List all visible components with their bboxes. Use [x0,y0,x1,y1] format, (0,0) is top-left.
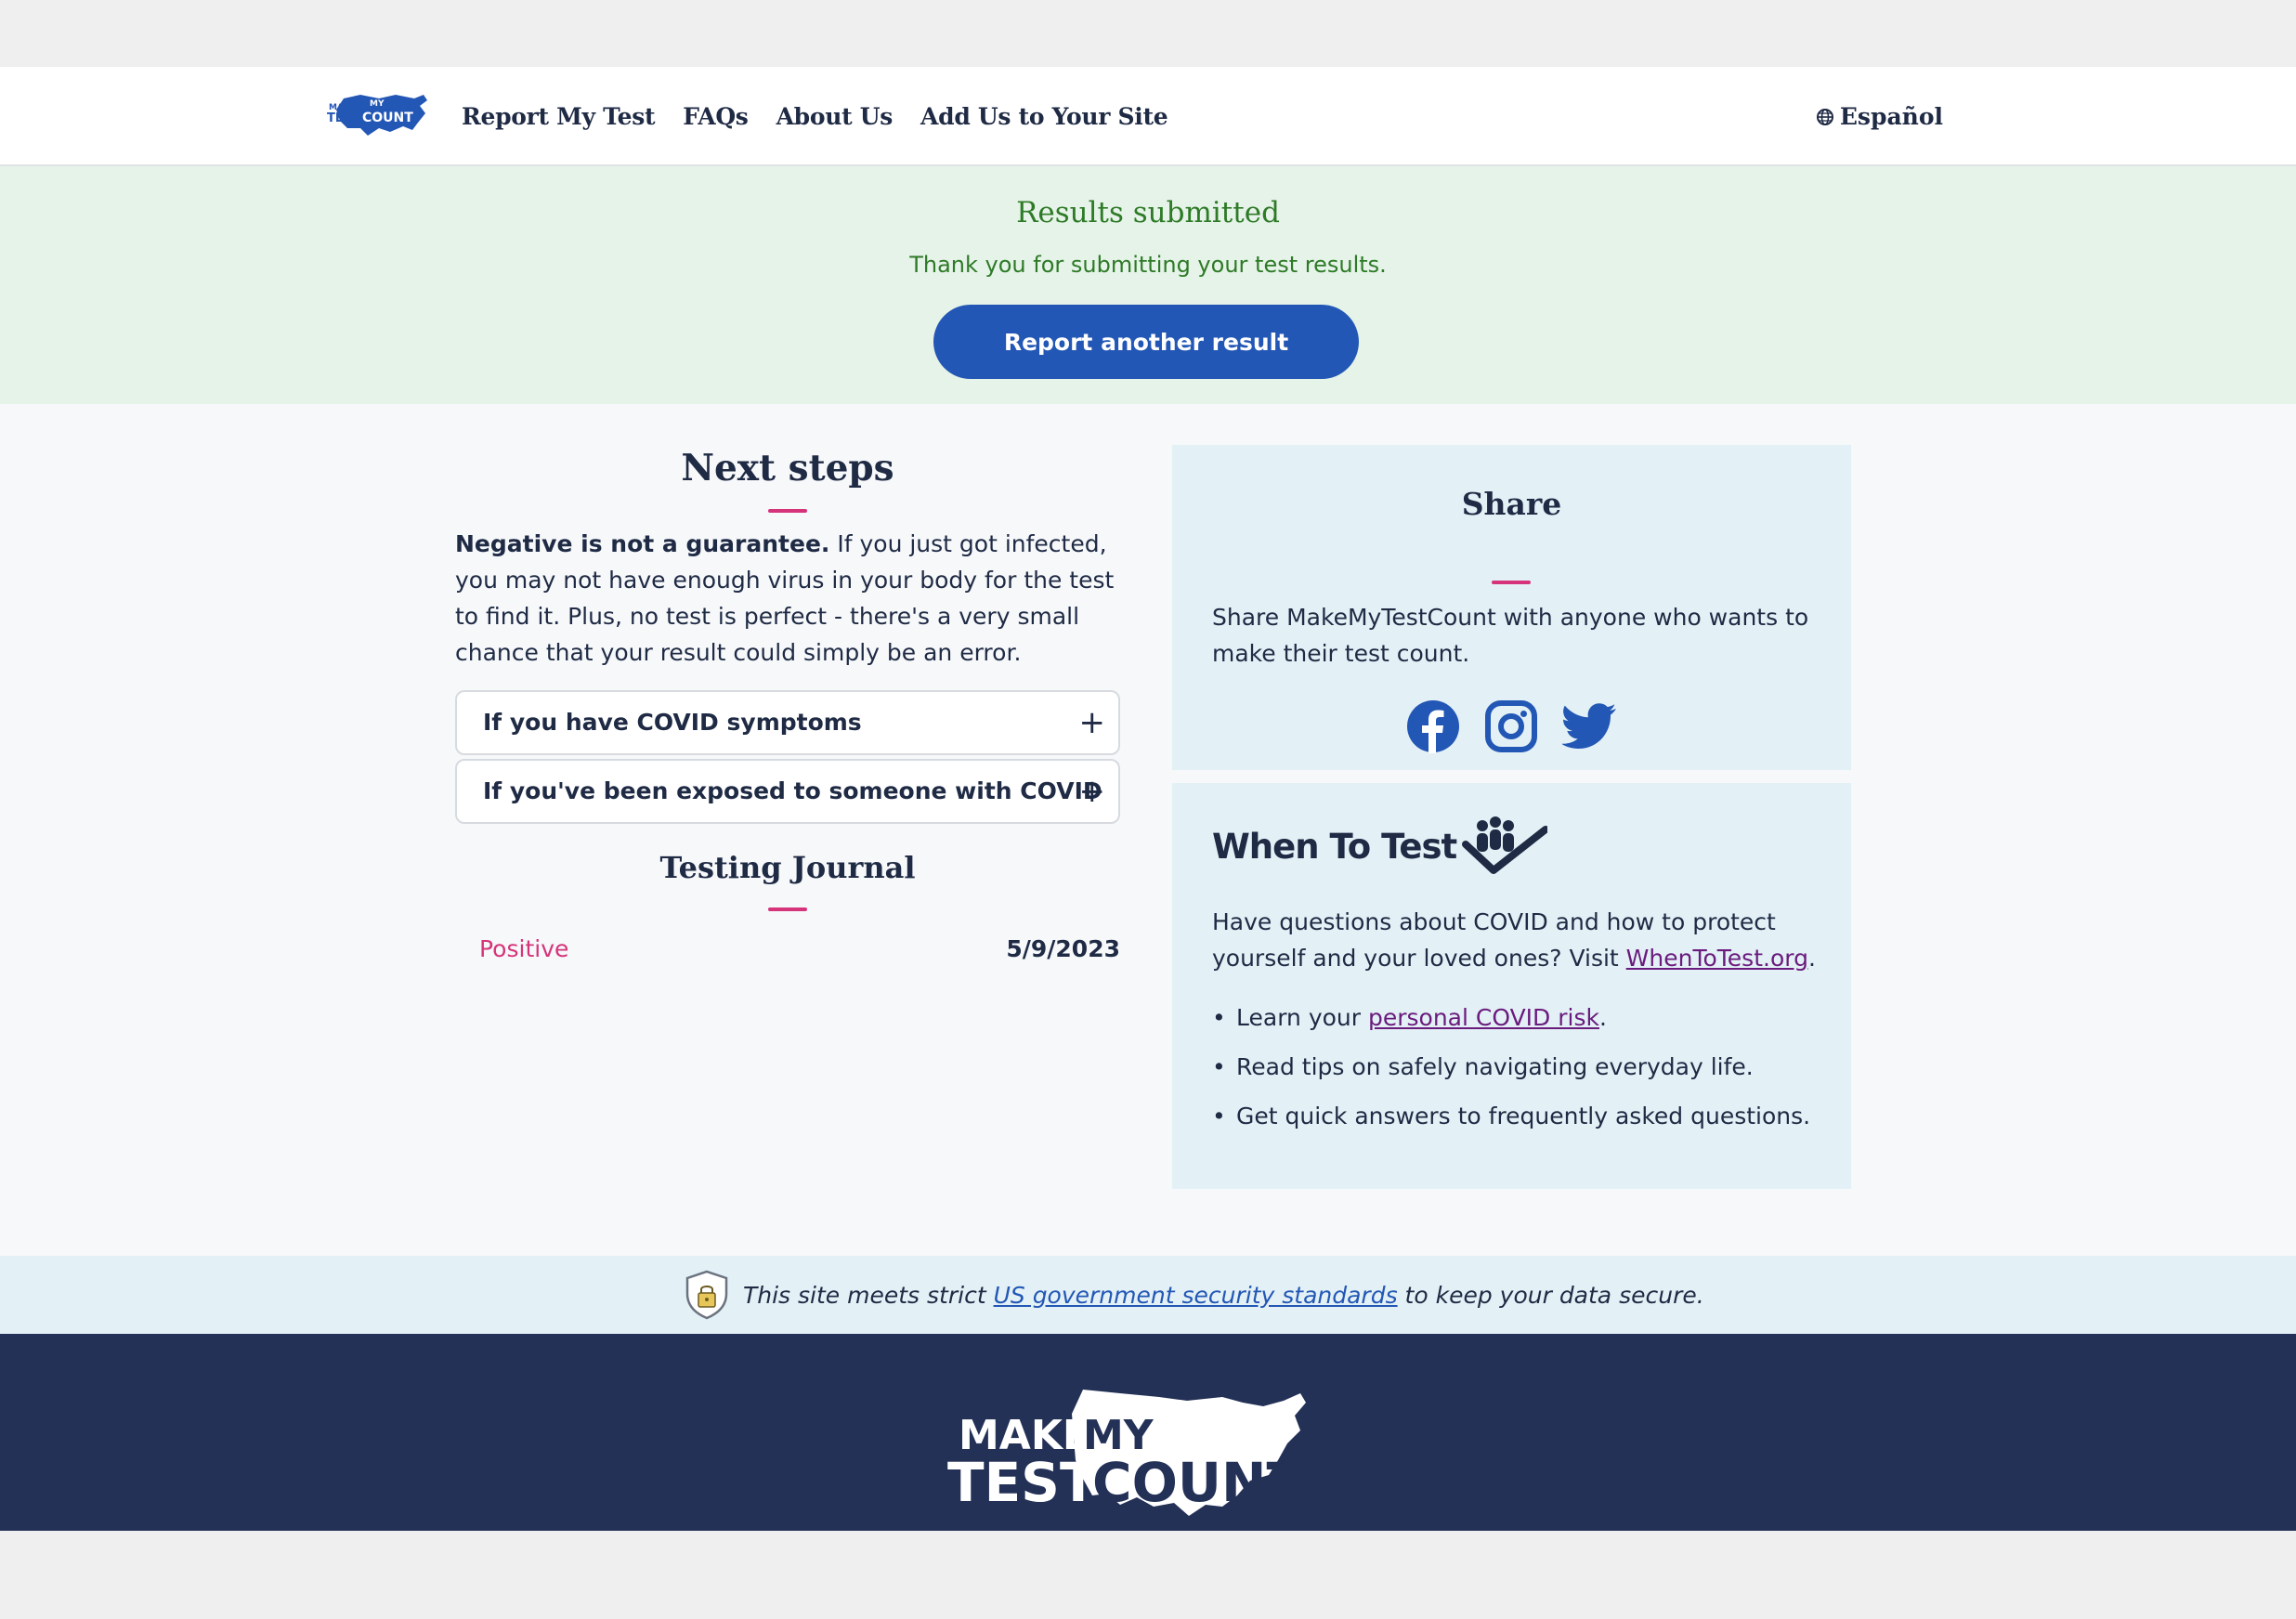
logo-count: COUNT [362,111,413,125]
language-label: Español [1839,103,1943,130]
list-item: Read tips on safely navigating everyday … [1212,1042,1825,1091]
next-steps-bold: Negative is not a guarantee. [455,530,830,557]
security-notice-inner: This site meets strict US government sec… [684,1256,1704,1334]
success-banner: Results submitted Thank you for submitti… [0,166,2296,404]
whentotest-link[interactable]: WhenToTest.org [1626,945,1808,972]
share-card: Share Share MakeMyTestCount with anyone … [1172,445,1851,770]
site-footer: MAKE MY TEST COUNT [0,1334,2296,1531]
site-logo[interactable]: MAKE MY TEST COUNT [323,91,431,139]
share-title: Share [1461,486,1562,522]
people-check-icon [1462,816,1548,874]
globe-icon [1816,108,1833,125]
accordion-exposed[interactable]: If you've been exposed to someone with C… [455,759,1120,824]
list-item-text: Get quick answers to frequently asked qu… [1236,1103,1811,1129]
twitter-icon[interactable] [1560,699,1618,757]
share-text: Share MakeMyTestCount with anyone who wa… [1212,604,1809,667]
when-to-test-list: Learn your personal COVID risk. Read tip… [1212,993,1825,1141]
list-item: Learn your personal COVID risk. [1212,993,1825,1042]
journal-entry-status: Positive [479,935,569,962]
social-links [1172,699,1851,757]
facebook-icon[interactable] [1406,699,1460,757]
logo-test: TEST [327,111,360,125]
title-divider [768,907,807,911]
report-another-button[interactable]: Report another result [933,305,1359,379]
when-to-test-card: When To Test Have questions about COVID … [1172,783,1851,1189]
when-to-test-logo-text: When To Test [1212,826,1457,867]
when-to-test-text: Have questions about COVID and how to pr… [1212,904,1825,976]
accordion-label: If you've been exposed to someone with C… [483,777,1102,804]
main-content: Next steps Negative is not a guarantee. … [0,404,2296,1256]
when-to-test-logo[interactable]: When To Test [1212,816,1548,876]
security-notice: This site meets strict US government sec… [0,1256,2296,1334]
personal-risk-link[interactable]: personal COVID risk [1368,1004,1599,1031]
instagram-icon[interactable] [1484,699,1538,757]
testing-journal-title: Testing Journal [659,850,916,885]
nav-report-my-test[interactable]: Report My Test [462,103,656,130]
journal-entry-date: 5/9/2023 [1006,935,1120,962]
plus-icon: + [1078,773,1106,810]
footer-logo-test: TEST [947,1451,1097,1514]
language-toggle[interactable]: Español [1816,67,1943,166]
nav-faqs[interactable]: FAQs [683,103,749,130]
logo-my: MY [370,99,385,109]
security-text-before: This site meets strict [743,1281,994,1309]
footer-logo-count: COUNT [1092,1451,1304,1514]
list-item-text: . [1598,1004,1607,1031]
banner-title: Results submitted [1016,196,1280,229]
next-steps-title: Next steps [681,447,894,490]
next-steps-text: Negative is not a guarantee. If you just… [455,526,1120,671]
banner-text: Thank you for submitting your test resul… [909,252,1387,278]
shield-lock-icon [685,1270,728,1320]
list-item-text: Read tips on safely navigating everyday … [1236,1053,1754,1080]
nav-about-us[interactable]: About Us [776,103,894,130]
accordion-label: If you have COVID symptoms [483,709,862,736]
main-nav: Report My Test FAQs About Us Add Us to Y… [462,67,1168,166]
list-item-text: Learn your [1236,1004,1368,1031]
wtt-text-after: . [1807,945,1816,972]
security-text: This site meets strict US government sec… [743,1282,1704,1309]
footer-logo[interactable]: MAKE MY TEST COUNT [944,1386,1352,1531]
accordion-covid-symptoms[interactable]: If you have COVID symptoms + [455,690,1120,755]
nav-add-us[interactable]: Add Us to Your Site [920,103,1168,130]
list-item: Get quick answers to frequently asked qu… [1212,1091,1825,1141]
security-text-after: to keep your data secure. [1397,1281,1704,1309]
security-standards-link[interactable]: US government security standards [994,1282,1398,1309]
title-divider [768,509,807,513]
title-divider [1492,581,1531,584]
plus-icon: + [1078,704,1106,741]
site-header: MAKE MY TEST COUNT Report My Test FAQs A… [0,67,2296,166]
